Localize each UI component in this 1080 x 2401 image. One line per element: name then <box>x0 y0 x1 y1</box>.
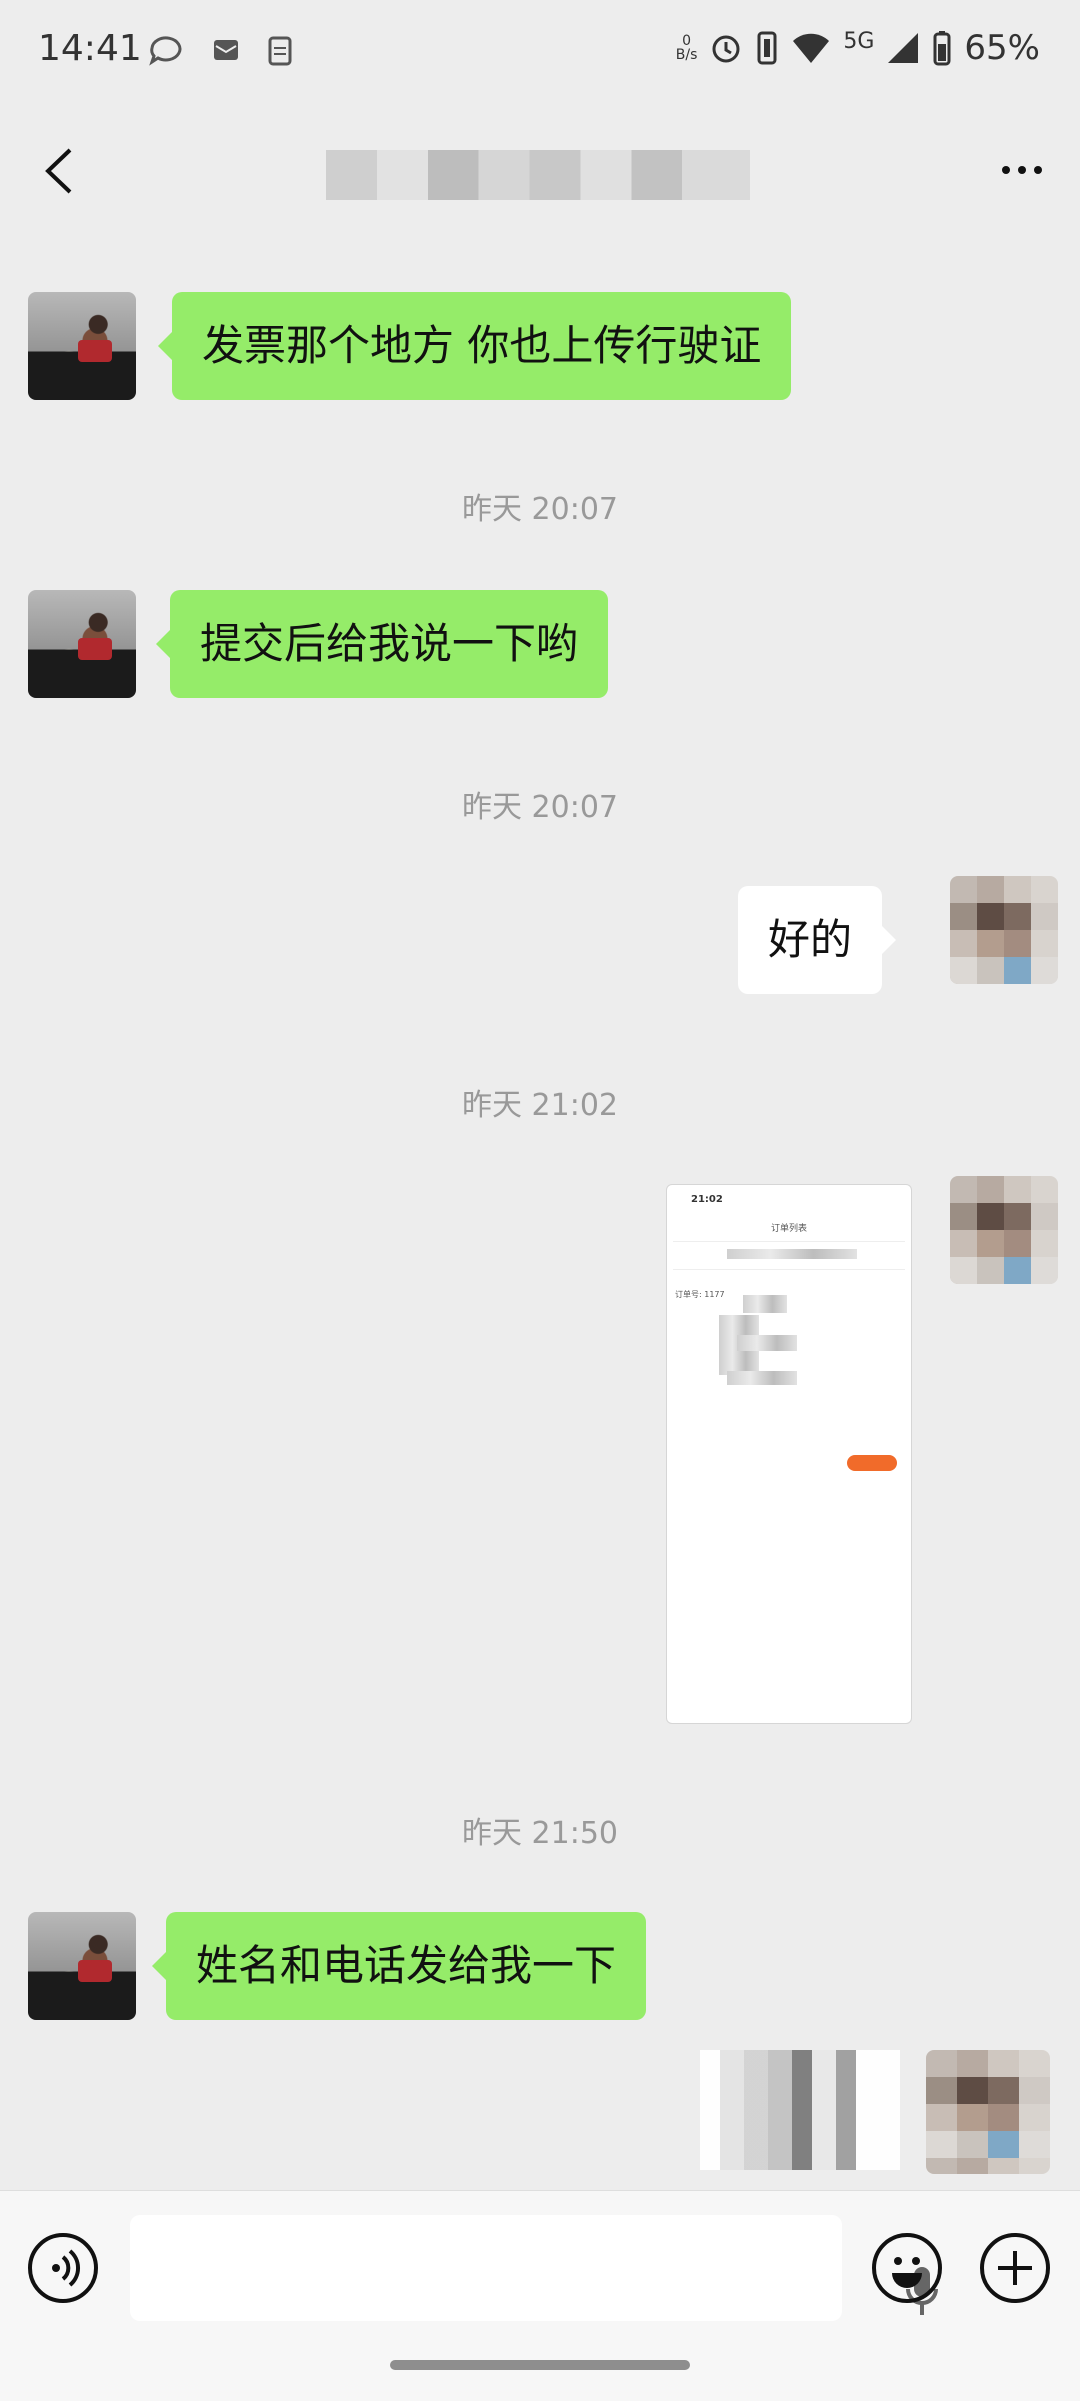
image-message[interactable]: 21:02 订单列表 订单号: 1177 <box>666 1184 912 1724</box>
timestamp: 昨天 20:07 <box>462 492 618 527</box>
chat-bubble-icon <box>149 36 182 66</box>
timestamp: 昨天 21:02 <box>462 1088 618 1123</box>
notification-icons <box>148 34 296 68</box>
image-title: 订单列表 <box>770 1224 807 1234</box>
image-status-bar: 21:02 <box>691 1194 723 1205</box>
battery-icon <box>933 31 951 66</box>
image-orange-button <box>847 1455 897 1471</box>
status-bar: 14:41 0 B/s 5G 65% <box>0 0 1080 108</box>
document-icon <box>268 36 292 66</box>
message-bubble-blurred[interactable] <box>700 2050 900 2170</box>
chevron-left-icon[interactable] <box>40 146 80 196</box>
chat-title-blurred <box>326 150 750 200</box>
chat-header <box>0 110 1080 232</box>
avatar[interactable] <box>950 876 1058 984</box>
avatar[interactable] <box>950 1176 1058 1284</box>
voice-mode-icon[interactable] <box>28 2233 98 2303</box>
signal-icon <box>888 33 919 63</box>
more-dots-icon[interactable] <box>1002 166 1042 174</box>
home-indicator[interactable] <box>390 2360 690 2370</box>
avatar[interactable] <box>28 1912 136 2020</box>
image-order-label: 订单号: 1177 <box>675 1290 725 1299</box>
mail-icon <box>214 40 238 60</box>
timestamp: 昨天 20:07 <box>462 790 618 825</box>
plus-icon[interactable] <box>980 2233 1050 2303</box>
vibrate-icon <box>757 31 777 65</box>
message-bubble[interactable]: 提交后给我说一下哟 <box>155 590 609 698</box>
avatar[interactable] <box>28 590 136 698</box>
avatar[interactable] <box>926 2050 1050 2174</box>
battery-level: 65% <box>964 28 1040 68</box>
network-type: 5G <box>843 28 875 54</box>
message-bubble[interactable]: 姓名和电话发给我一下 <box>151 1912 647 2020</box>
network-speed: 0 B/s <box>675 33 698 63</box>
timestamp: 昨天 21:50 <box>462 1816 618 1851</box>
avatar[interactable] <box>28 292 136 400</box>
alarm-icon <box>712 35 740 63</box>
message-input[interactable] <box>130 2215 938 2321</box>
message-bubble[interactable]: 好的 <box>738 886 897 994</box>
wifi-icon <box>793 33 830 63</box>
emoji-icon[interactable] <box>872 2233 942 2303</box>
message-bubble[interactable]: 发票那个地方 你也上传行驶证 <box>157 292 792 400</box>
status-time: 14:41 <box>38 28 142 69</box>
system-icons: 0 B/s 5G 65% <box>676 28 1040 68</box>
